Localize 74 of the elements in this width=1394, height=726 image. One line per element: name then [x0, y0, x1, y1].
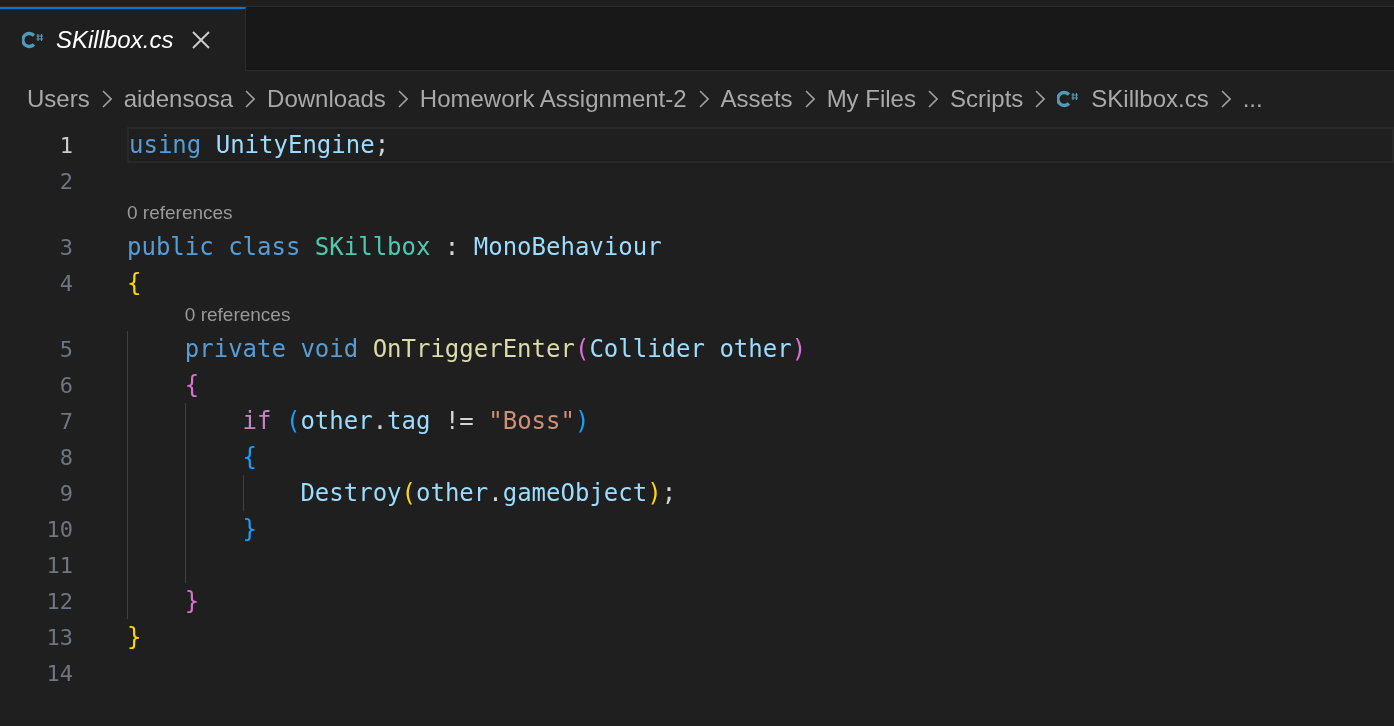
code-token: Collider: [589, 335, 705, 363]
chevron-right-icon: [698, 90, 709, 108]
code-token: SKillbox: [314, 233, 431, 261]
code-token: ;: [661, 479, 677, 507]
code-token: .: [488, 479, 503, 507]
code-token: (: [285, 407, 301, 435]
editor-tab[interactable]: SKillbox.cs: [0, 7, 246, 71]
codelens-references[interactable]: 0 references: [184, 304, 291, 328]
code-token: other: [416, 479, 489, 507]
line-number: 13: [46, 624, 73, 650]
code-token: ): [647, 479, 662, 507]
line-number: 1: [59, 132, 73, 158]
codelens-references[interactable]: 0 references: [127, 202, 233, 226]
breadcrumb-item[interactable]: ...: [1242, 85, 1263, 113]
line-number: 12: [46, 588, 73, 614]
line-number: 5: [59, 336, 73, 362]
line-number: 3: [59, 234, 73, 260]
line-number: 10: [46, 516, 73, 542]
tab-label: SKillbox.cs: [56, 26, 174, 54]
chevron-right-icon: [397, 90, 408, 108]
code-token: class: [228, 233, 301, 261]
code-token: }: [127, 623, 142, 651]
breadcrumb-item[interactable]: aidensosa: [123, 85, 234, 113]
code-token: {: [184, 371, 200, 399]
close-icon[interactable]: [191, 30, 212, 50]
code-token: public: [127, 233, 214, 261]
chevron-right-icon: [1220, 90, 1231, 108]
breadcrumb-item[interactable]: Scripts: [949, 85, 1024, 113]
breadcrumb-item[interactable]: Users: [27, 85, 90, 113]
code-token: tag: [387, 407, 431, 435]
code-token: }: [242, 515, 258, 543]
breadcrumb-item[interactable]: Assets: [720, 85, 793, 113]
code-token: {: [127, 269, 142, 297]
breadcrumb-item[interactable]: SKillbox.cs: [1091, 85, 1209, 113]
chevron-right-icon: [1035, 90, 1046, 108]
line-number: 7: [59, 408, 73, 434]
breadcrumb-item[interactable]: Downloads: [267, 85, 386, 113]
code-token: :: [444, 233, 460, 261]
code-token: .: [372, 407, 388, 435]
line-number: 2: [59, 168, 73, 194]
breadcrumb-item[interactable]: Homework Assignment-2: [419, 85, 687, 113]
chevron-right-icon: [804, 90, 815, 108]
csharp-file-icon: [1057, 90, 1080, 108]
code-token: OnTriggerEnter: [372, 335, 575, 363]
chevron-right-icon: [101, 90, 112, 108]
line-number: 4: [59, 270, 73, 296]
code-token: ): [574, 407, 590, 435]
line-number: 6: [59, 372, 73, 398]
code-token: !=: [444, 407, 474, 435]
code-token: "Boss": [488, 407, 575, 435]
line-number: 9: [59, 480, 73, 506]
code-token: (: [401, 479, 416, 507]
breadcrumb-item[interactable]: My Files: [826, 85, 916, 113]
line-number: 8: [59, 444, 73, 470]
code-token: gameObject: [502, 479, 648, 507]
code-token: UnityEngine: [215, 131, 375, 159]
chevron-right-icon: [927, 90, 938, 108]
code-token: MonoBehaviour: [473, 233, 662, 261]
code-token: void: [300, 335, 359, 363]
code-token: Destroy: [300, 479, 402, 507]
code-token: private: [184, 335, 286, 363]
code-token: }: [184, 587, 200, 615]
code-token: if: [242, 407, 272, 435]
line-number: 11: [46, 552, 73, 578]
chevron-right-icon: [245, 90, 256, 108]
code-token: (: [574, 335, 590, 363]
code-token: other: [300, 407, 373, 435]
code-token: other: [719, 335, 792, 363]
code-token: ): [791, 335, 807, 363]
code-token: ;: [374, 131, 390, 159]
code-token: using: [129, 131, 202, 159]
csharp-file-icon: [22, 31, 44, 49]
code-token: {: [242, 443, 258, 471]
line-number: 14: [46, 660, 73, 686]
